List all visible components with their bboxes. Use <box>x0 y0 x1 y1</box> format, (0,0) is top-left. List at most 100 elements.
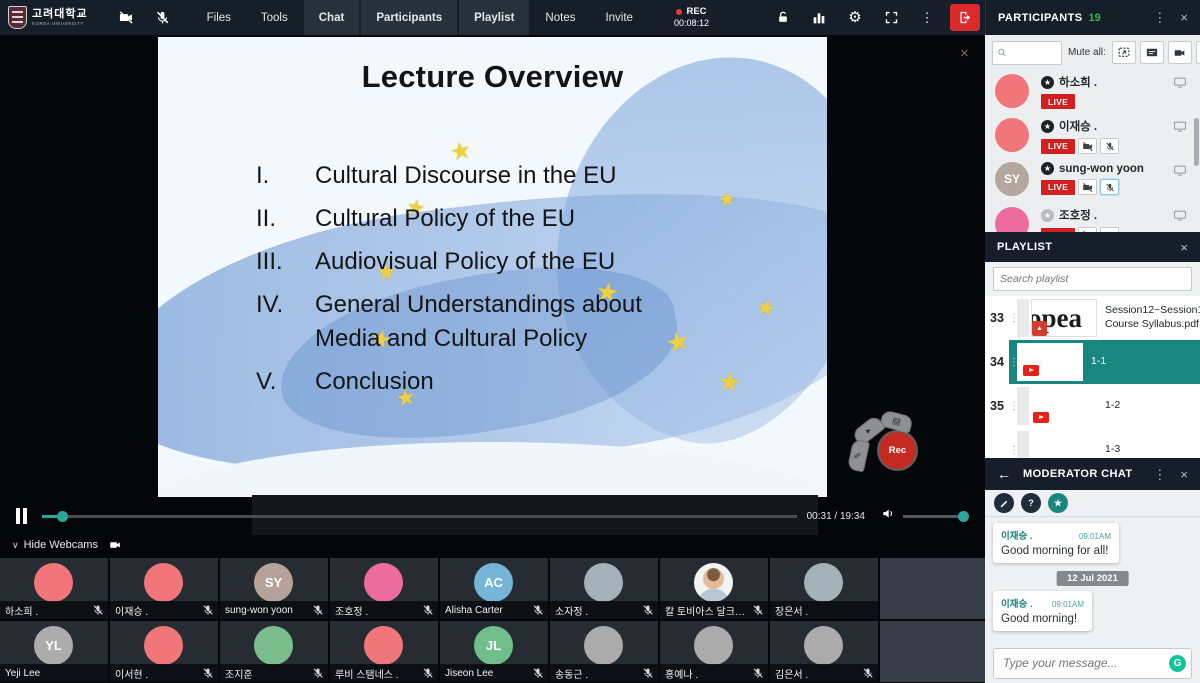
webcam-tile[interactable]: 이서현 . <box>110 621 218 682</box>
webcam-tile[interactable]: 소자정 . <box>550 558 658 619</box>
participants-close-button[interactable]: × <box>1180 11 1188 24</box>
avatar <box>364 626 403 665</box>
chat-notes-button[interactable] <box>994 493 1014 513</box>
chat-message-input[interactable] <box>993 648 1192 679</box>
live-badge: LIVE <box>1041 180 1075 195</box>
drag-handle-icon[interactable]: ⋮ <box>1009 357 1017 368</box>
mute-chat-button[interactable] <box>1140 41 1164 64</box>
volume-button[interactable] <box>881 506 897 526</box>
chat-menu-button[interactable]: ⋮ <box>1153 468 1166 481</box>
recorder-pen-button[interactable]: ✎ <box>847 439 870 473</box>
webcam-tile[interactable]: 장은서 . <box>770 558 878 619</box>
tab-playlist[interactable]: Playlist <box>459 0 529 35</box>
camera-off-icon <box>1082 141 1094 152</box>
tab-chat[interactable]: Chat <box>304 0 360 35</box>
webcam-tile[interactable]: 홍예나 . <box>660 621 768 682</box>
screen-share-button[interactable] <box>1173 76 1187 94</box>
playlist-title: PLAYLIST <box>997 241 1052 253</box>
playlist-item-handle[interactable] <box>1017 387 1029 425</box>
mic-off-button[interactable] <box>1100 179 1119 195</box>
camera-off-toggle[interactable] <box>112 0 142 35</box>
lock-button[interactable] <box>770 0 796 35</box>
rec-button[interactable]: Rec <box>879 432 916 469</box>
playlist-item-handle[interactable] <box>1017 431 1029 458</box>
webcam-tile[interactable]: 이재승 . <box>110 558 218 619</box>
webcam-tile[interactable]: SY sung-won yoon <box>220 558 328 619</box>
close-video-button[interactable]: × <box>960 45 969 62</box>
mic-off-toggle[interactable] <box>148 0 178 35</box>
recorder-grid-button[interactable]: ▤ <box>879 410 913 434</box>
mute-mics-button[interactable] <box>1196 41 1200 64</box>
webcam-tile[interactable]: AC Alisha Carter <box>440 558 548 619</box>
fullscreen-button[interactable] <box>878 0 904 35</box>
participants-search[interactable] <box>992 41 1062 65</box>
volume-knob[interactable] <box>958 511 969 522</box>
webcam-tile[interactable]: JL Jiseon Lee <box>440 621 548 682</box>
outline-numeral: I. <box>256 159 315 193</box>
webcam-name: 칼 토비아스 달크비스... <box>665 603 748 618</box>
participants-search-input[interactable] <box>1007 46 1057 59</box>
playlist-items: 33 ⋮ opea ▲ Session12~Session13 Course S… <box>985 296 1200 458</box>
tab-participants[interactable]: Participants <box>361 0 457 35</box>
screen-share-button[interactable] <box>1173 120 1187 138</box>
moderator-chat-header: ← MODERATOR CHAT ⋮ × <box>985 458 1200 490</box>
webcam-tile[interactable]: 조지훈 <box>220 621 328 682</box>
screen-share-button[interactable] <box>1173 164 1187 182</box>
webcam-tile[interactable]: 하소희 . <box>0 558 108 619</box>
playlist-item[interactable]: 33 ⋮ opea ▲ Session12~Session13 Course S… <box>985 296 1200 340</box>
participants-menu-button[interactable]: ⋮ <box>1153 11 1166 24</box>
webcam-tile[interactable]: 루비 스탬네스 . <box>330 621 438 682</box>
webcam-tile[interactable]: 칼 토비아스 달크비스... <box>660 558 768 619</box>
mic-off-icon <box>155 10 170 25</box>
playlist-close-button[interactable]: × <box>1180 241 1188 254</box>
mute-cameras-button[interactable] <box>1168 41 1192 64</box>
drag-handle-icon[interactable]: ⋮ <box>1009 313 1017 324</box>
tab-notes[interactable]: Notes <box>530 0 590 35</box>
webcam-tile[interactable]: 김은서 . <box>770 621 878 682</box>
participant-row[interactable]: SY ★sung-won yoon LIVE <box>985 158 1200 202</box>
tab-files[interactable]: Files <box>192 0 246 35</box>
webcam-tile[interactable]: 조호정 . <box>330 558 438 619</box>
drag-handle-icon[interactable]: ⋮ <box>1009 401 1017 412</box>
hide-webcams-toggle[interactable]: ∨ Hide Webcams <box>12 539 98 551</box>
playlist-search-input[interactable] <box>993 267 1192 291</box>
seek-knob[interactable] <box>57 511 68 522</box>
mic-off-icon <box>422 667 434 679</box>
more-options-button[interactable]: ⋮ <box>914 0 940 35</box>
screen-share-button[interactable] <box>1173 209 1187 227</box>
participant-row[interactable]: ★조호정 . LIVE <box>985 203 1200 232</box>
back-arrow-icon[interactable]: ← <box>997 466 1011 482</box>
chat-star-button[interactable]: ★ <box>1048 493 1068 513</box>
chat-close-button[interactable]: × <box>1180 468 1188 481</box>
webcam-tile[interactable]: 송동근 . <box>550 621 658 682</box>
playlist-item-selected[interactable]: 34 ⋮ 1-1 <box>985 340 1200 384</box>
camera-off-button[interactable] <box>1078 138 1097 154</box>
volume-slider[interactable] <box>903 515 967 518</box>
grammarly-icon[interactable]: G <box>1169 655 1186 672</box>
tab-invite[interactable]: Invite <box>590 0 648 35</box>
webcam-tile[interactable]: YL Yeji Lee <box>0 621 108 682</box>
playlist-item-handle[interactable] <box>1017 299 1029 337</box>
participant-row[interactable]: ★하소희 . LIVE <box>985 70 1200 114</box>
playlist-item[interactable]: 35 ⋮ 1-2 <box>985 384 1200 428</box>
webcam-toggle-button[interactable] <box>108 539 123 551</box>
participant-row[interactable]: ★이재승 . LIVE <box>985 114 1200 158</box>
chat-help-button[interactable]: ? <box>1021 493 1041 513</box>
camera-off-button[interactable] <box>1078 179 1097 195</box>
message-text: Good morning! <box>1001 613 1084 625</box>
pause-button[interactable] <box>12 507 34 525</box>
playlist-item[interactable]: ⋮ 1-3 <box>985 428 1200 458</box>
settings-button[interactable]: ⚙ <box>842 0 868 35</box>
webcam-name: 이재승 . <box>115 603 198 618</box>
layout-button[interactable] <box>1112 41 1136 64</box>
right-sidebar: PARTICIPANTS 19 ⋮ × Mute all: ★ <box>985 0 1200 683</box>
stats-button[interactable] <box>806 0 832 35</box>
webcam-name: 조호정 . <box>335 603 418 618</box>
leave-session-button[interactable] <box>950 4 980 31</box>
mic-off-button[interactable] <box>1100 138 1119 154</box>
seek-bar[interactable] <box>42 515 797 518</box>
playlist-search <box>985 262 1200 296</box>
tab-tools[interactable]: Tools <box>246 0 303 35</box>
drag-handle-icon[interactable]: ⋮ <box>1009 445 1017 456</box>
scrollbar-thumb[interactable] <box>1194 118 1199 166</box>
